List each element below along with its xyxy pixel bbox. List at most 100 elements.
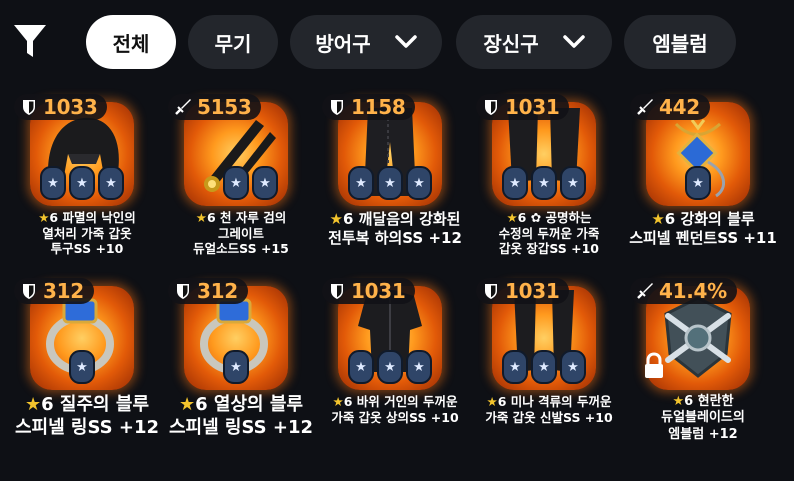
socket-row: ★ — [646, 166, 750, 200]
stat-value: 1158 — [351, 95, 406, 119]
item-card[interactable]: ★ ★ ★ 1158 ★6 깨달음의 강화된 전투복 하의SS +12 — [320, 94, 470, 284]
tab-all[interactable]: 전체 — [86, 15, 176, 69]
tab-label: 엠블럼 — [652, 31, 708, 56]
item-name-line: 가죽 갑옷 상의SS +10 — [331, 409, 459, 425]
tab-label: 장신구 — [483, 31, 539, 56]
tab-armor[interactable]: 방어구 — [290, 15, 442, 69]
item-name: ★6 열상의 블루 스피넬 링SS +12 — [160, 394, 322, 439]
stat-badge: 1031 — [476, 94, 570, 120]
stat-badge: 312 — [14, 278, 94, 304]
stat-badge: 1158 — [322, 94, 416, 120]
star-icon: ★ — [195, 210, 207, 225]
socket-row: ★ ★ ★ — [492, 350, 596, 384]
item-card[interactable]: ★ ★ ★ 1031 ★6 ✿ 공명하는 수정의 두꺼운 가죽 갑옷 장갑SS … — [474, 94, 624, 284]
socket-icon: ★ — [406, 166, 432, 200]
shield-icon — [23, 284, 35, 299]
item-card[interactable]: ★ ★ ★ 1031 ★6 바위 거인의 두꺼운 가죽 갑옷 상의SS +10 — [320, 278, 470, 468]
socket-row: ★ ★ ★ — [492, 166, 596, 200]
star-icon: ★ — [25, 394, 42, 415]
star-icon: ★ — [506, 210, 518, 225]
stat-value: 1031 — [505, 95, 560, 119]
item-name-line: ★6 열상의 블루 — [179, 394, 303, 415]
item-card[interactable]: 41.4% ★6 현란한 듀얼블레이드의 엠블럼 +12 — [628, 278, 778, 468]
item-name-line: ★6 질주의 블루 — [25, 394, 149, 415]
socket-icon: ★ — [531, 166, 557, 200]
item-card[interactable]: ★ ★ ★ 1031 ★6 미나 격류의 두꺼운 가죽 갑옷 신발SS +10 — [474, 278, 624, 468]
tab-label: 전체 — [112, 31, 150, 56]
item-name-line: ★6 현란한 — [672, 394, 734, 409]
socket-icon: ★ — [377, 166, 403, 200]
item-card[interactable]: ★ ★ ★ 1033 ★6 파멸의 낙인의 열처리 가죽 갑옷 투구SS +10 — [12, 94, 162, 284]
socket-icon: ★ — [223, 350, 249, 384]
socket-icon: ★ — [560, 166, 586, 200]
star-icon: ★ — [672, 394, 685, 409]
shield-icon — [331, 100, 343, 115]
stat-badge: 41.4% — [630, 278, 737, 304]
filter-icon[interactable] — [12, 22, 48, 60]
item-name-line: 갑옷 장갑SS +10 — [498, 241, 600, 257]
star-icon: ★ — [38, 210, 50, 225]
tab-accessory[interactable]: 장신구 — [456, 15, 612, 69]
stat-badge: 312 — [168, 278, 248, 304]
socket-icon: ★ — [252, 166, 278, 200]
shield-icon — [485, 284, 497, 299]
stat-value: 1031 — [505, 279, 560, 303]
stat-badge: 1031 — [476, 278, 570, 304]
shield-icon — [23, 100, 35, 115]
sword-icon — [637, 283, 653, 299]
item-name-line: 가죽 갑옷 신발SS +10 — [485, 409, 613, 425]
socket-icon: ★ — [685, 166, 711, 200]
socket-icon: ★ — [98, 166, 124, 200]
tab-label: 방어구 — [315, 31, 371, 56]
item-name-line: 스피넬 링SS +12 — [168, 416, 314, 438]
stat-value: 1031 — [351, 279, 406, 303]
item-card[interactable]: ★ 312 ★6 열상의 블루 스피넬 링SS +12 — [166, 278, 316, 468]
item-name: ★6 천 자루 검의 그레이트 듀얼소드SS +15 — [160, 210, 322, 257]
item-name-line: 전투복 하의SS +12 — [328, 228, 462, 247]
stat-badge: 5153 — [168, 94, 262, 120]
chevron-down-icon — [394, 35, 417, 48]
item-name-line: 투구SS +10 — [50, 241, 124, 257]
sword-icon — [175, 99, 191, 115]
socket-icon: ★ — [40, 166, 66, 200]
socket-row: ★ — [184, 350, 288, 384]
item-name-line: 그레이트 — [217, 225, 264, 241]
item-name-line: 스피넬 링SS +12 — [14, 416, 160, 438]
shield-icon — [485, 100, 497, 115]
item-card[interactable]: ★ ★ 5153 ★6 천 자루 검의 그레이트 듀얼소드SS +15 — [166, 94, 316, 284]
star-icon: ★ — [179, 394, 196, 415]
stat-value: 1033 — [43, 95, 98, 119]
item-name: ★6 ✿ 공명하는 수정의 두꺼운 가죽 갑옷 장갑SS +10 — [468, 210, 630, 257]
item-name-line: ★6 파멸의 낙인의 — [38, 210, 136, 225]
item-card[interactable]: ★ 312 ★6 질주의 블루 스피넬 링SS +12 — [12, 278, 162, 468]
tab-weapon[interactable]: 무기 — [188, 15, 278, 69]
item-name-line: 엠블럼 +12 — [668, 426, 738, 442]
star-icon: ★ — [329, 210, 343, 228]
socket-row: ★ ★ ★ — [338, 166, 442, 200]
socket-icon: ★ — [560, 350, 586, 384]
lock-icon[interactable] — [642, 352, 666, 380]
tab-label: 무기 — [214, 31, 252, 56]
socket-icon: ★ — [406, 350, 432, 384]
socket-icon: ★ — [531, 350, 557, 384]
item-name-line: 듀얼소드SS +15 — [193, 241, 289, 257]
filter-bar: 전체 무기 방어구 장신구 엠블럼 — [0, 0, 794, 80]
item-name-line: 듀얼블레이드의 — [661, 410, 745, 426]
item-name: ★6 바위 거인의 두꺼운 가죽 갑옷 상의SS +10 — [314, 394, 476, 425]
socket-icon: ★ — [223, 166, 249, 200]
stat-value: 41.4% — [659, 279, 727, 303]
socket-icon: ★ — [502, 350, 528, 384]
star-icon: ★ — [651, 210, 665, 228]
shield-icon — [177, 284, 189, 299]
item-name-line: ★6 미나 격류의 두꺼운 — [486, 394, 612, 409]
stat-value: 5153 — [197, 95, 252, 119]
socket-row: ★ ★ ★ — [30, 166, 134, 200]
item-name: ★6 질주의 블루 스피넬 링SS +12 — [6, 394, 168, 439]
item-name: ★6 현란한 듀얼블레이드의 엠블럼 +12 — [622, 394, 784, 443]
item-card[interactable]: ★ 442 ★6 강화의 블루 스피넬 펜던트SS +11 — [628, 94, 778, 284]
item-name-line: ★6 깨달음의 강화된 — [329, 210, 461, 228]
tab-emblem[interactable]: 엠블럼 — [624, 15, 736, 69]
socket-icon: ★ — [377, 350, 403, 384]
item-name-line: ★6 바위 거인의 두꺼운 — [332, 394, 458, 409]
socket-row: ★ — [30, 350, 134, 384]
